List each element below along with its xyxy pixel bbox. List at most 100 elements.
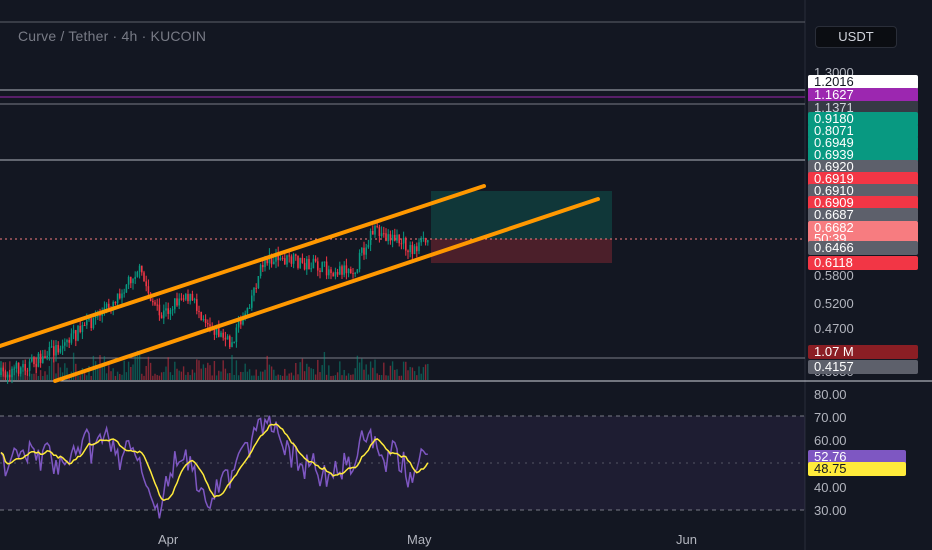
candle-body [253,287,255,296]
candle-body [308,258,310,270]
candle-body [154,302,156,305]
price-tick: 0.5200 [814,296,854,311]
candle-body [9,374,11,378]
volume-bar [180,371,183,380]
volume-bar [398,375,400,380]
candle-body [15,362,18,369]
candle-body [145,281,147,287]
volume-bar [308,366,310,380]
candle-body [402,237,405,244]
candle-body [257,276,260,289]
volume-bar [264,369,266,380]
volume-bar [416,375,418,380]
time-label-may: May [407,532,432,547]
volume-bar [367,374,370,380]
volume-bar [105,373,108,380]
volume-bar [156,375,158,380]
candle-body [350,269,352,274]
volume-bar [424,364,427,380]
candle-body [185,294,187,300]
candle-body [345,265,348,274]
candle-body [39,353,42,363]
volume-bar [257,375,260,380]
volume-bar [277,374,279,380]
candle-body [174,298,176,310]
volume-bar [325,374,328,380]
candle-body [290,256,293,264]
candle-body [178,298,180,306]
price-tag: 0.6118 [808,256,918,270]
candle-body [387,234,389,242]
candle-body [20,367,22,374]
volume-bar [145,365,147,380]
candle-body [339,266,341,275]
volume-bar [253,375,255,380]
candle-body [24,364,26,371]
candle-body [246,308,249,314]
volume-bar [409,366,411,380]
candle-body [169,310,172,314]
volume-bar [284,368,286,380]
candle-body [394,234,396,241]
chart-canvas[interactable] [0,0,932,550]
candle-body [180,298,183,300]
volume-bar [193,372,196,380]
candle-body [347,269,350,274]
volume-bar [77,375,79,380]
position-stop-zone [431,239,612,263]
candle-body [83,325,86,327]
volume-bar [314,374,317,380]
candle-body [141,265,143,273]
volume-bar [402,361,405,380]
candle-body [321,262,323,273]
volume-bar [299,362,301,380]
volume-bar [167,357,169,380]
candle-body [94,316,97,319]
volume-bar [427,363,429,380]
volume-bar [191,369,194,380]
candle-body [409,244,411,253]
volume-bar [411,367,414,380]
candle-body [224,337,227,340]
price-tick: 0.5800 [814,268,854,283]
volume-bar [31,373,33,380]
volume-bar [356,355,359,380]
rsi-tick: 60.00 [814,433,847,448]
volume-bar [376,373,378,380]
price-tag: 1.07 M [808,345,918,359]
candle-body [163,310,165,319]
candle-body [37,353,40,367]
candle-body [138,265,141,272]
volume-bar [273,369,275,380]
volume-bar [321,365,323,380]
candle-body [356,269,359,273]
candle-body [299,257,301,268]
candle-body [310,268,312,270]
candle-body [191,293,194,301]
volume-bar [343,369,345,380]
volume-bar [339,361,341,380]
candle-body [279,257,282,261]
candle-body [396,234,398,241]
volume-bar [119,373,121,380]
candle-body [33,357,35,365]
volume-bar [160,372,163,380]
volume-bar [246,371,249,380]
volume-bar [231,354,233,380]
currency-button[interactable]: USDT [815,26,897,48]
volume-bar [400,375,403,380]
volume-bar [200,368,202,380]
volume-bar [163,371,165,380]
candle-body [378,226,381,236]
candle-body [207,323,209,325]
candle-body [391,234,394,241]
candle-body [0,367,2,375]
candle-body [31,357,33,362]
volume-bar [372,367,374,380]
volume-bar [270,366,273,380]
candle-body [158,304,161,316]
price-tag: 0.6466 [808,241,918,255]
volume-bar [46,374,48,380]
candle-body [314,258,317,262]
candle-body [28,361,31,371]
